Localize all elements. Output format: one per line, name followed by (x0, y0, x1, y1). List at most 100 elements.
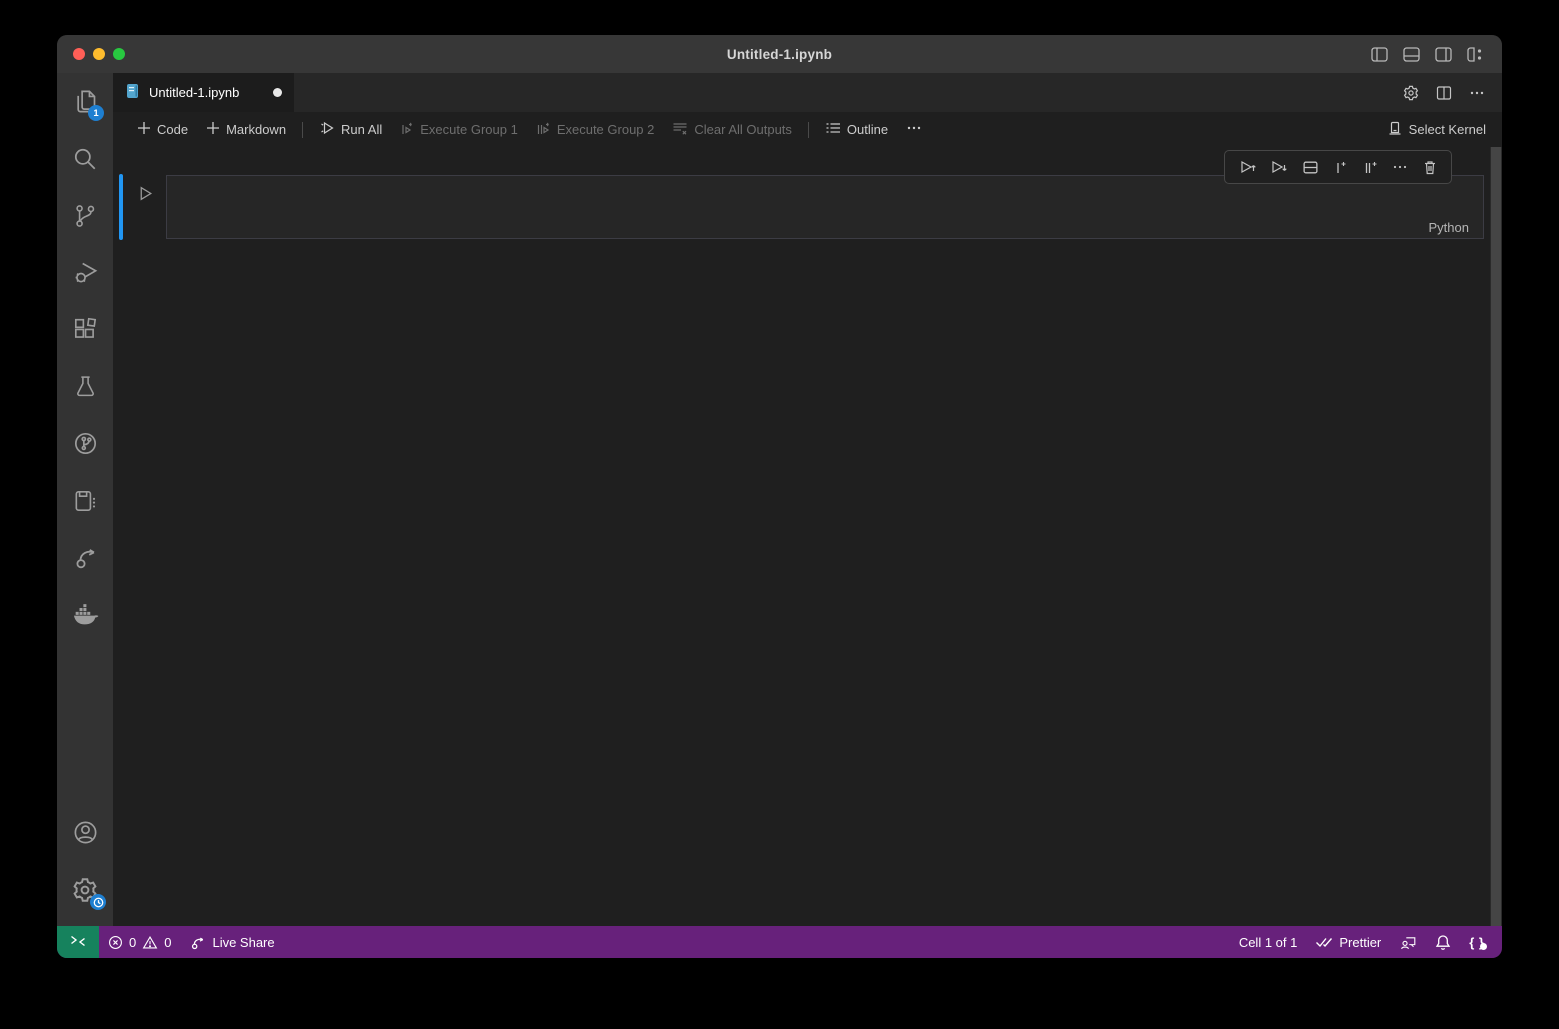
window-title: Untitled-1.ipynb (57, 47, 1502, 62)
select-kernel-label: Select Kernel (1409, 122, 1486, 137)
sidebar-item-gitlens[interactable] (57, 415, 113, 472)
cell-more-actions-icon[interactable] (1392, 159, 1408, 175)
sidebar-item-testing[interactable] (57, 358, 113, 415)
execute-group-2-icon (536, 121, 551, 139)
add-markdown-cell-button[interactable]: Markdown (197, 117, 295, 143)
beaker-icon (73, 374, 98, 399)
formatter-label: Prettier (1339, 935, 1381, 950)
add-to-group-2-icon[interactable] (1362, 159, 1379, 176)
plus-icon (137, 121, 151, 138)
toolbar-separator (808, 122, 809, 138)
main-area: 1 (57, 73, 1502, 926)
explorer-badge: 1 (88, 105, 104, 121)
unsaved-changes-indicator[interactable] (273, 88, 282, 97)
sidebar-item-notebooks[interactable] (57, 472, 113, 529)
notifications-button[interactable] (1426, 934, 1460, 951)
feedback-button[interactable] (1390, 934, 1426, 951)
execute-group-1-label: Execute Group 1 (420, 122, 518, 137)
toolbar-separator (302, 122, 303, 138)
titlebar: Untitled-1.ipynb (57, 35, 1502, 73)
cell-position-label: Cell 1 of 1 (1239, 935, 1298, 950)
run-all-button[interactable]: Run All (310, 117, 391, 143)
language-braces-button[interactable]: { } (1460, 935, 1494, 950)
outline-label: Outline (847, 122, 888, 137)
editor-scrollbar[interactable] (1490, 147, 1502, 926)
outline-button[interactable]: Outline (816, 117, 897, 143)
sidebar-item-docker[interactable] (57, 586, 113, 643)
select-kernel-button[interactable]: Select Kernel (1387, 120, 1486, 139)
sidebar-item-explorer[interactable]: 1 (57, 73, 113, 130)
live-share-icon (72, 544, 99, 571)
run-cell-button[interactable] (134, 182, 156, 204)
activity-bar-top: 1 (57, 73, 113, 643)
tab-bar: Untitled-1.ipynb (113, 73, 1502, 112)
activity-bar-bottom (57, 804, 113, 926)
tab-untitled-1[interactable]: Untitled-1.ipynb (113, 73, 294, 112)
formatter-indicator[interactable]: Prettier (1306, 935, 1390, 950)
warnings-icon (142, 935, 158, 950)
source-control-icon (72, 203, 98, 229)
sidebar-item-source-control[interactable] (57, 187, 113, 244)
vscode-window: Untitled-1.ipynb 1 (57, 35, 1502, 958)
error-count: 0 (129, 935, 136, 950)
tab-label: Untitled-1.ipynb (149, 85, 239, 100)
person-presenting-icon (1399, 934, 1417, 951)
activity-bar: 1 (57, 73, 113, 926)
layout-controls (1371, 35, 1484, 73)
outline-list-icon (825, 120, 841, 139)
sidebar-item-run-debug[interactable] (57, 244, 113, 301)
execute-group-1-icon (400, 121, 414, 139)
notebook-body: Python (113, 147, 1502, 926)
toggle-secondary-sidebar-icon[interactable] (1435, 47, 1452, 62)
braces-icon: { } (1469, 935, 1485, 950)
status-bar-right: Cell 1 of 1 Prettier { } (1230, 934, 1502, 951)
customize-layout-icon[interactable] (1467, 47, 1484, 62)
execute-cell-and-below-icon[interactable] (1270, 158, 1288, 176)
gitlens-icon (72, 430, 99, 457)
settings-sync-badge (90, 894, 106, 910)
sidebar-item-search[interactable] (57, 130, 113, 187)
notebook-settings-gear-icon[interactable] (1403, 85, 1419, 101)
add-to-group-1-icon[interactable] (1332, 159, 1348, 176)
split-editor-icon[interactable] (1436, 85, 1452, 101)
run-all-icon (319, 120, 335, 139)
split-cell-icon[interactable] (1302, 159, 1319, 176)
extensions-icon (72, 317, 98, 343)
scrollbar-thumb[interactable] (1491, 147, 1501, 926)
toggle-primary-sidebar-icon[interactable] (1371, 47, 1388, 62)
debug-icon (72, 259, 99, 286)
toggle-panel-icon[interactable] (1403, 47, 1420, 62)
search-icon (72, 146, 98, 172)
sidebar-item-live-share[interactable] (57, 529, 113, 586)
remote-indicator[interactable] (57, 926, 99, 958)
accounts-button[interactable] (57, 804, 113, 861)
live-share-status-button[interactable]: Live Share (180, 926, 283, 958)
cell-focus-indicator (119, 174, 123, 240)
delete-cell-icon[interactable] (1422, 159, 1438, 176)
kernel-icon (1387, 120, 1403, 139)
docker-icon (71, 601, 99, 629)
add-code-cell-button[interactable]: Code (128, 117, 197, 143)
cell-language-picker[interactable]: Python (1429, 220, 1469, 235)
clear-all-outputs-button[interactable]: Clear All Outputs (663, 117, 801, 143)
notebook-file-icon (125, 83, 141, 102)
execute-group-2-label: Execute Group 2 (557, 122, 655, 137)
editor-area: Untitled-1.ipynb Code (113, 73, 1502, 926)
cell-position-indicator[interactable]: Cell 1 of 1 (1230, 935, 1307, 950)
execute-above-cells-icon[interactable] (1239, 158, 1257, 176)
cell-toolbar (1224, 150, 1452, 184)
remote-icon (70, 933, 86, 952)
notebook-toolbar: Code Markdown Run All Execute Group 1 (113, 112, 1502, 147)
problems-indicator[interactable]: 0 0 (99, 926, 180, 958)
account-icon (72, 819, 99, 846)
bell-icon (1435, 934, 1451, 951)
warning-count: 0 (164, 935, 171, 950)
more-actions-icon[interactable] (1469, 85, 1485, 101)
cell-code-editor[interactable]: Python (166, 175, 1484, 239)
sidebar-item-extensions[interactable] (57, 301, 113, 358)
clear-outputs-icon (672, 120, 688, 139)
toolbar-more-actions-button[interactable] (897, 117, 931, 143)
execute-group-2-button[interactable]: Execute Group 2 (527, 117, 664, 143)
manage-button[interactable] (57, 861, 113, 918)
execute-group-1-button[interactable]: Execute Group 1 (391, 117, 527, 143)
